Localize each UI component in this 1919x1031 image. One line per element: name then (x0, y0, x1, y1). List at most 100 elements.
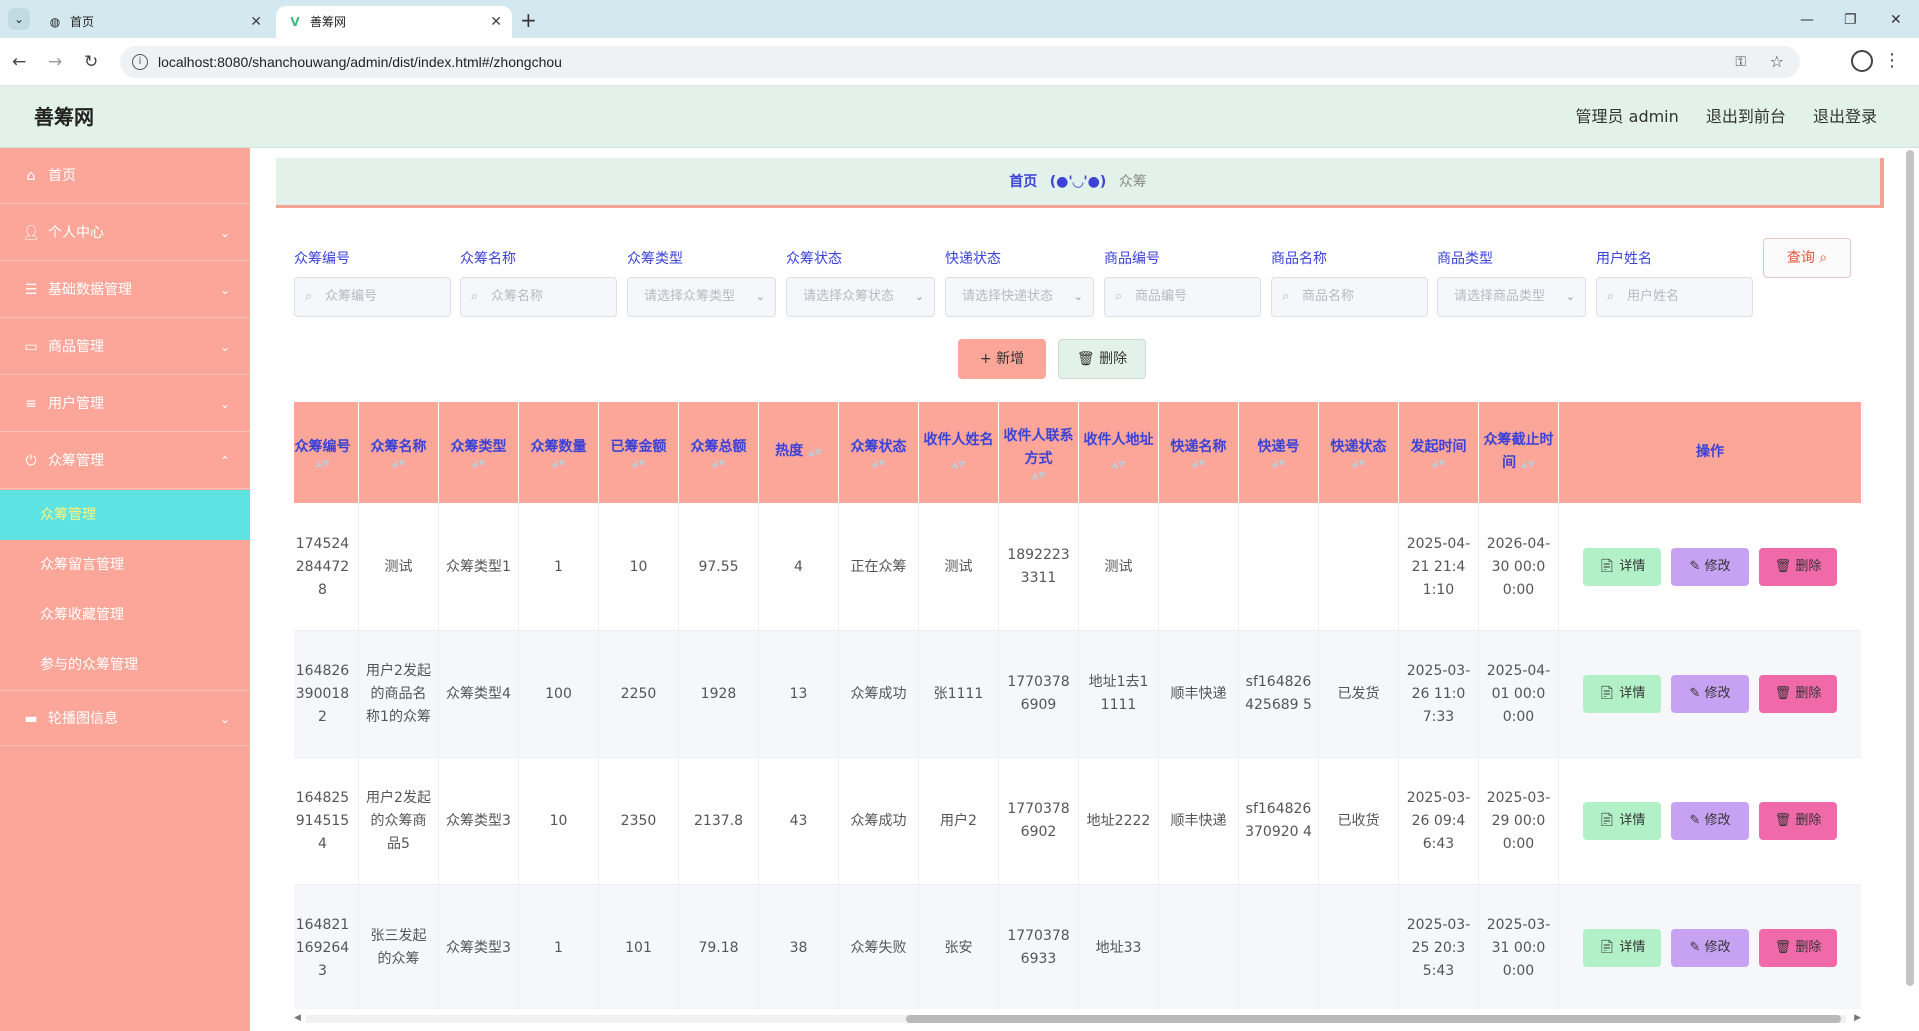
row-edit-button[interactable]: ✎ 修改 (1671, 929, 1749, 967)
sidebar-item-carousel[interactable]: ▬ 轮播图信息 ⌄ (0, 690, 250, 746)
sidebar-item-home[interactable]: ⌂ 首页 (0, 148, 250, 204)
column-header[interactable]: 众筹类型 ▲▼ (438, 401, 519, 504)
forward-icon[interactable]: → (48, 48, 62, 76)
sidebar-subitem-favorites[interactable]: 众筹收藏管理 (0, 590, 250, 640)
sidebar-item-crowdfunding[interactable]: ⏻ 众筹管理 ⌃ (0, 433, 250, 489)
sidebar-subitem-joined[interactable]: 参与的众筹管理 (0, 640, 250, 690)
add-button[interactable]: + 新增 (958, 339, 1046, 379)
monitor-icon: ▬ (24, 711, 38, 727)
table-cell: 张安 (918, 884, 999, 1009)
table-cell: 测试 (358, 503, 439, 631)
sidebar-subitem-label: 众筹留言管理 (40, 557, 124, 573)
sidebar-subitem-messages[interactable]: 众筹留言管理 (0, 540, 250, 590)
search-input-user-name[interactable]: ⌕ 用户姓名 (1596, 277, 1753, 317)
delete-label: 删除 (1099, 351, 1128, 367)
column-header[interactable]: 众筹状态 ▲▼ (838, 401, 919, 504)
sidebar-item-profile[interactable]: 👤︎ 个人中心 ⌄ (0, 205, 250, 261)
scroll-thumb[interactable] (906, 1015, 1841, 1023)
column-header[interactable]: 快递号 ▲▼ (1238, 401, 1319, 504)
bookmark-star-icon[interactable]: ☆ (1770, 46, 1784, 78)
back-icon[interactable]: ← (12, 48, 26, 76)
row-edit-button[interactable]: ✎ 修改 (1671, 675, 1749, 713)
table-cell: 顺丰快递 (1158, 630, 1239, 758)
vertical-scrollbar[interactable] (1905, 150, 1915, 986)
select-goods-type[interactable]: 请选择商品类型 ⌄ (1437, 277, 1586, 317)
scroll-thumb[interactable] (1906, 150, 1914, 986)
batch-delete-button[interactable]: 🗑︎ 删除 (1058, 339, 1146, 379)
restore-icon[interactable]: ❐ (1844, 6, 1857, 34)
row-detail-button[interactable]: 📄︎ 详情 (1583, 929, 1661, 967)
browser-tab-home[interactable]: ◍ 首页 ✕ (36, 6, 272, 38)
select-express-status[interactable]: 请选择快递状态 ⌄ (945, 277, 1094, 317)
column-header[interactable]: 快递名称 ▲▼ (1158, 401, 1239, 504)
close-tab-icon[interactable]: ✕ (250, 6, 262, 38)
column-header[interactable]: 众筹编号 ▲▼ (294, 401, 359, 504)
table-cell: 17703786909 (998, 630, 1079, 758)
column-header[interactable]: 众筹总额 ▲▼ (678, 401, 759, 504)
close-tab-icon[interactable]: ✕ (490, 6, 502, 38)
horizontal-scrollbar[interactable]: ◀ ▶ (294, 1011, 1861, 1023)
table-cell: 张三发起的众筹 (358, 884, 439, 1009)
sidebar-subitem-crowdfunding-manage[interactable]: 众筹管理 (0, 490, 250, 540)
search-input-goods-code[interactable]: ⌕ 商品编号 (1104, 277, 1261, 317)
minimize-icon[interactable]: — (1800, 6, 1814, 34)
row-delete-button[interactable]: 🗑︎ 删除 (1759, 548, 1837, 586)
sidebar-subitem-label: 众筹收藏管理 (40, 607, 124, 623)
search-input-goods-name[interactable]: ⌕ 商品名称 (1271, 277, 1428, 317)
sidebar-item-goods[interactable]: ▭ 商品管理 ⌄ (0, 319, 250, 375)
row-edit-button[interactable]: ✎ 修改 (1671, 548, 1749, 586)
table-cell (1238, 884, 1319, 1009)
row-detail-button[interactable]: 📄︎ 详情 (1583, 675, 1661, 713)
table-cell: sf164826425689 5 (1238, 630, 1319, 758)
column-header[interactable]: 众筹数量 ▲▼ (518, 401, 599, 504)
table-cell: 18922233311 (998, 503, 1079, 631)
column-header[interactable]: 已筹金额 ▲▼ (598, 401, 679, 504)
site-info-icon[interactable]: i (132, 54, 148, 70)
query-button[interactable]: 查询 ⌕ (1763, 238, 1851, 278)
logout-link[interactable]: 退出登录 (1813, 107, 1877, 126)
button-label: 删除 (1795, 813, 1822, 828)
scroll-left-icon[interactable]: ◀ (294, 1011, 301, 1025)
button-label: 详情 (1619, 940, 1646, 955)
column-header[interactable]: 众筹名称 ▲▼ (358, 401, 439, 504)
profile-icon[interactable] (1851, 50, 1873, 72)
url-text[interactable]: localhost:8080/shanchouwang/admin/dist/i… (158, 46, 562, 78)
sidebar-item-basic-data[interactable]: ☰ 基础数据管理 ⌄ (0, 262, 250, 318)
browser-tab-active[interactable]: V 善筹网 ✕ (276, 6, 512, 38)
close-window-icon[interactable]: ✕ (1890, 6, 1902, 34)
breadcrumb-home[interactable]: 首页 (1009, 174, 1037, 190)
button-label: 详情 (1619, 559, 1646, 574)
select-type[interactable]: 请选择众筹类型 ⌄ (627, 277, 776, 317)
row-edit-button[interactable]: ✎ 修改 (1671, 802, 1749, 840)
select-placeholder: 请选择众筹类型 (644, 289, 736, 304)
table-cell: 97.55 (678, 503, 759, 631)
sort-icon: ▲▼ (551, 459, 566, 469)
select-status[interactable]: 请选择众筹状态 ⌄ (786, 277, 935, 317)
column-header[interactable]: 发起时间 ▲▼ (1398, 401, 1479, 504)
column-header[interactable]: 收件人姓名 ▲▼ (918, 401, 999, 504)
tab-list-button[interactable]: ⌄ (8, 8, 30, 30)
new-tab-icon[interactable]: + (520, 6, 537, 34)
row-detail-button[interactable]: 📄︎ 详情 (1583, 802, 1661, 840)
scroll-right-icon[interactable]: ▶ (1854, 1011, 1861, 1025)
url-field[interactable]: i localhost:8080/shanchouwang/admin/dist… (120, 46, 1800, 78)
row-delete-button[interactable]: 🗑︎ 删除 (1759, 802, 1837, 840)
row-delete-button[interactable]: 🗑︎ 删除 (1759, 675, 1837, 713)
reload-icon[interactable]: ↻ (84, 48, 98, 76)
row-detail-button[interactable]: 📄︎ 详情 (1583, 548, 1661, 586)
search-input-code[interactable]: ⌕ 众筹编号 (294, 277, 451, 317)
more-menu-icon[interactable]: ⋮ (1883, 48, 1901, 74)
sidebar-item-users[interactable]: ≡ 用户管理 ⌄ (0, 376, 250, 432)
table-cell: 100 (518, 630, 599, 758)
to-front-link[interactable]: 退出到前台 (1706, 107, 1786, 126)
key-icon[interactable]: ⚿ (1735, 46, 1746, 78)
chevron-down-icon: ⌄ (219, 712, 230, 726)
column-header[interactable]: 快递状态 ▲▼ (1318, 401, 1399, 504)
column-header[interactable]: 收件人地址 ▲▼ (1078, 401, 1159, 504)
row-delete-button[interactable]: 🗑︎ 删除 (1759, 929, 1837, 967)
column-header[interactable]: 众筹截止时间 ▲▼ (1478, 401, 1559, 504)
column-header[interactable]: 收件人联系方式 ▲▼ (998, 401, 1079, 504)
search-input-name[interactable]: ⌕ 众筹名称 (460, 277, 617, 317)
column-header[interactable]: 热度 ▲▼ (758, 401, 839, 504)
trash-icon: 🗑︎ (1774, 559, 1796, 574)
